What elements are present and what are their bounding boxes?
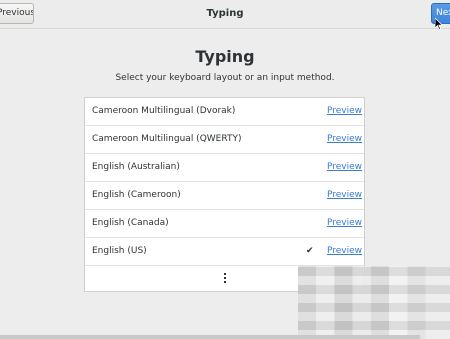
layout-row[interactable]: English (Cameroon) Preview (85, 182, 364, 210)
layout-row[interactable]: English (Australian) Preview (85, 154, 364, 182)
pixelated-overlay (298, 266, 450, 339)
layout-label: English (Cameroon) (92, 190, 181, 200)
layout-label: English (Canada) (92, 218, 169, 228)
header-title: Typing (206, 8, 244, 19)
previous-button[interactable]: Previous (0, 3, 34, 24)
page-subtitle: Select your keyboard layout or an input … (115, 73, 335, 83)
preview-link[interactable]: Preview (327, 238, 362, 265)
preview-link[interactable]: Preview (327, 210, 362, 237)
checkmark-icon: ✔ (306, 246, 314, 256)
layout-row[interactable]: English (Canada) Preview (85, 210, 364, 238)
layout-row-selected[interactable]: English (US) ✔ Preview (85, 238, 364, 266)
preview-link[interactable]: Preview (327, 98, 362, 125)
bottom-scroll-bar (0, 335, 420, 339)
vertical-ellipsis-icon[interactable] (223, 273, 227, 287)
page-title: Typing (195, 47, 255, 66)
layout-label: English (US) (92, 246, 147, 256)
layout-row[interactable]: Cameroon Multilingual (QWERTY) Preview (85, 126, 364, 154)
preview-link[interactable]: Preview (327, 154, 362, 181)
layout-label: Cameroon Multilingual (Dvorak) (92, 106, 236, 116)
preview-link[interactable]: Preview (327, 126, 362, 153)
header-bar: Typing Previous Next (0, 0, 450, 30)
setup-typing-page: Typing Previous Next Typing Select your … (0, 0, 450, 339)
preview-link[interactable]: Preview (327, 182, 362, 209)
layout-label: English (Australian) (92, 162, 180, 172)
layout-label: Cameroon Multilingual (QWERTY) (92, 134, 242, 144)
layout-row[interactable]: Cameroon Multilingual (Dvorak) Preview (85, 98, 364, 126)
layout-list: Cameroon Multilingual (Dvorak) Preview C… (84, 97, 365, 292)
